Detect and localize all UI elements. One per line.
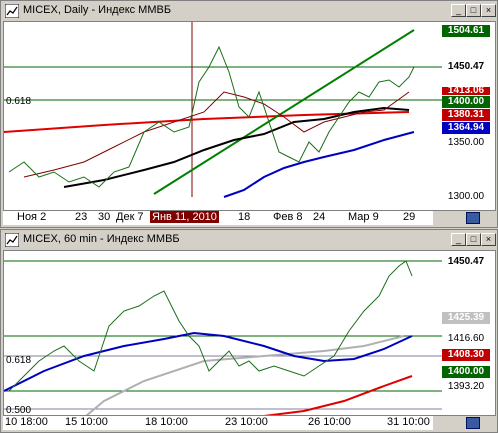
xlabel-5: 18: [238, 211, 251, 223]
blue-ma: [223, 131, 415, 198]
price-series: [8, 260, 413, 392]
xlabel-2: 18 10:00: [145, 416, 188, 428]
price-tag-1380: 1380.31: [442, 109, 490, 121]
hourly-time-axis: 10 18:00 15 10:00 18 10:00 23 10:00 26 1…: [3, 416, 433, 430]
gray-ma: [85, 335, 405, 415]
minimize-button[interactable]: _: [451, 233, 466, 246]
price-tag-1393: 1393.20: [442, 381, 490, 393]
xlabel-4: 26 10:00: [308, 416, 351, 428]
daily-title: MICEX, Daily - Индекс ММВБ: [23, 4, 172, 16]
price-tag-1408: 1408.30: [442, 349, 490, 361]
cursor-date-label: Янв 11, 2010: [150, 211, 219, 223]
price-tag-1400: 1400.00: [442, 366, 490, 378]
xlabel-0: Ноя 2: [17, 211, 47, 223]
xlabel-0: 10 18:00: [5, 416, 48, 428]
blue-ma: [4, 331, 413, 392]
daily-plot-area[interactable]: 0.618: [3, 21, 496, 211]
close-button[interactable]: ×: [481, 4, 496, 17]
price-tag-1450: 1450.47: [442, 256, 490, 268]
xlabel-3: Дек 7: [116, 211, 144, 223]
price-tag-1350: 1350.00: [442, 137, 490, 149]
hourly-titlebar[interactable]: MICEX, 60 min - Индекс ММВБ _ □ ×: [3, 232, 496, 248]
price-tag-1425: 1425.39: [442, 312, 490, 324]
price-tag-1416: 1416.60: [442, 333, 490, 345]
hourly-title: MICEX, 60 min - Индекс ММВБ: [23, 233, 180, 245]
xlabel-1: 23: [75, 211, 88, 223]
chart-window-icon: [5, 4, 19, 18]
price-tag-1413: 1413.06: [442, 86, 490, 96]
price-tag-1450: 1450.47: [442, 61, 490, 73]
fib-618-label: 0.618: [6, 355, 31, 366]
daily-chart-svg: 0.618: [4, 22, 442, 198]
xlabel-6: Фев 8: [273, 211, 303, 223]
daily-titlebar[interactable]: MICEX, Daily - Индекс ММВБ _ □ ×: [3, 3, 496, 19]
chart-window-icon: [5, 233, 19, 247]
red-trendline: [4, 111, 410, 133]
hourly-chart-svg: 0.618 0.500: [4, 260, 442, 415]
xlabel-5: 31 10:00: [387, 416, 430, 428]
daily-chart-window: MICEX, Daily - Индекс ММВБ _ □ × 0.618 1: [0, 0, 498, 228]
xlabel-2: 30: [98, 211, 111, 223]
price-tag-1364: 1364.94: [442, 122, 490, 134]
maximize-button[interactable]: □: [466, 233, 481, 246]
daily-time-axis: Ноя 2 23 30 Дек 7 Янв 11, 2010 18 Фев 8 …: [3, 211, 433, 225]
price-tag-1400: 1400.00: [442, 96, 490, 108]
xlabel-9: 29: [403, 211, 416, 223]
price-tag-1300: 1300.00: [442, 191, 490, 203]
scroll-button-daily[interactable]: [466, 212, 480, 224]
fib-500-label: 0.500: [6, 405, 31, 415]
hourly-plot-area[interactable]: 0.618 0.500: [3, 250, 496, 416]
close-button[interactable]: ×: [481, 233, 496, 246]
maximize-button[interactable]: □: [466, 4, 481, 17]
xlabel-1: 15 10:00: [65, 416, 108, 428]
black-ma: [63, 106, 410, 188]
xlabel-8: Мар 9: [348, 211, 379, 223]
price-tag-1504: 1504.61: [442, 25, 490, 37]
fib-level-label: 0.618: [6, 96, 31, 107]
xlabel-3: 23 10:00: [225, 416, 268, 428]
hourly-chart-window: MICEX, 60 min - Индекс ММВБ _ □ × 0.618 …: [0, 229, 498, 433]
xlabel-7: 24: [313, 211, 326, 223]
minimize-button[interactable]: _: [451, 4, 466, 17]
scroll-button-hourly[interactable]: [466, 417, 480, 429]
darkred-ma: [23, 91, 410, 178]
